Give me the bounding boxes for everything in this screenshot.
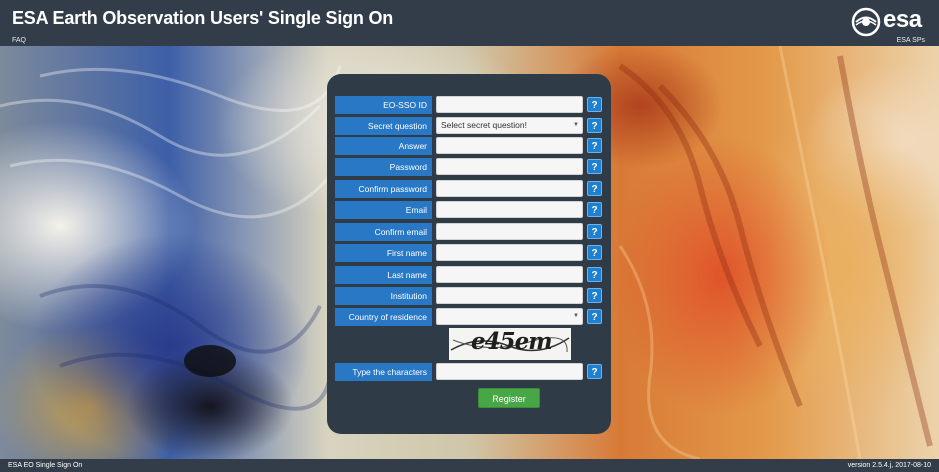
confirm-email-input[interactable] (436, 223, 583, 240)
field-row-email: Email ? (335, 201, 603, 219)
password-label: Password (335, 158, 432, 176)
esa-logo-text: esa (883, 6, 922, 33)
eo-sso-id-input[interactable] (436, 96, 583, 113)
dropdown-arrow-icon: ▼ (573, 313, 579, 319)
help-icon[interactable]: ? (587, 224, 602, 239)
footer-app-name: ESA EO Single Sign On (8, 462, 83, 469)
help-icon[interactable]: ? (587, 202, 602, 217)
country-select[interactable]: ▼ (436, 308, 583, 325)
email-input[interactable] (436, 201, 583, 218)
help-icon[interactable]: ? (587, 364, 602, 379)
field-row-country: Country of residence ▼ ? (335, 308, 603, 326)
secret-question-select[interactable]: Select secret question! ▼ (436, 117, 583, 134)
confirm-email-label: Confirm email (335, 223, 432, 241)
registration-form-panel: EO-SSO ID ? Secret question Select secre… (327, 74, 611, 434)
app-header: ESA Earth Observation Users' Single Sign… (0, 0, 939, 46)
help-icon[interactable]: ? (587, 181, 602, 196)
captcha-image: e45em (449, 328, 571, 360)
footer-version: version 2.5.4.j, 2017-08-10 (847, 462, 931, 469)
last-name-label: Last name (335, 266, 432, 284)
institution-input[interactable] (436, 287, 583, 304)
field-row-last-name: Last name ? (335, 266, 603, 284)
confirm-password-input[interactable] (436, 180, 583, 197)
field-row-password: Password ? (335, 158, 603, 176)
field-row-confirm-email: Confirm email ? (335, 223, 603, 241)
help-icon[interactable]: ? (587, 97, 602, 112)
field-row-secret-question: Secret question Select secret question! … (335, 117, 603, 135)
faq-link[interactable]: FAQ (12, 37, 26, 44)
captcha-input[interactable] (436, 363, 583, 380)
password-input[interactable] (436, 158, 583, 175)
help-icon[interactable]: ? (587, 267, 602, 282)
register-button[interactable]: Register (478, 388, 540, 408)
country-label: Country of residence (335, 308, 432, 326)
field-row-captcha: Type the characters ? (335, 363, 603, 381)
help-icon[interactable]: ? (587, 309, 602, 324)
esa-logo[interactable]: esa (851, 6, 931, 37)
captcha-label: Type the characters (335, 363, 432, 381)
field-row-first-name: First name ? (335, 244, 603, 262)
eo-sso-id-label: EO-SSO ID (335, 96, 432, 114)
secret-question-value: Select secret question! (441, 120, 527, 130)
field-row-eo-sso-id: EO-SSO ID ? (335, 96, 603, 114)
answer-label: Answer (335, 137, 432, 155)
help-icon[interactable]: ? (587, 159, 602, 174)
field-row-institution: Institution ? (335, 287, 603, 305)
confirm-password-label: Confirm password (335, 180, 432, 198)
first-name-input[interactable] (436, 244, 583, 261)
secret-question-label: Secret question (335, 117, 432, 135)
answer-input[interactable] (436, 137, 583, 154)
help-icon[interactable]: ? (587, 138, 602, 153)
first-name-label: First name (335, 244, 432, 262)
field-row-answer: Answer ? (335, 137, 603, 155)
help-icon[interactable]: ? (587, 118, 602, 133)
email-label: Email (335, 201, 432, 219)
captcha-text: e45em (471, 328, 553, 355)
esa-sps-link[interactable]: ESA SPs (897, 37, 925, 44)
last-name-input[interactable] (436, 266, 583, 283)
page-title: ESA Earth Observation Users' Single Sign… (12, 8, 394, 28)
institution-label: Institution (335, 287, 432, 305)
dropdown-arrow-icon: ▼ (573, 122, 579, 128)
help-icon[interactable]: ? (587, 245, 602, 260)
help-icon[interactable]: ? (587, 288, 602, 303)
app-footer: ESA EO Single Sign On version 2.5.4.j, 2… (0, 459, 939, 472)
esa-globe-icon (851, 7, 881, 37)
field-row-confirm-password: Confirm password ? (335, 180, 603, 198)
